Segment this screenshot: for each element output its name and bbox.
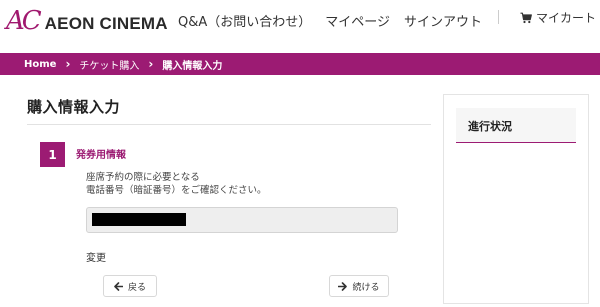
cart-icon — [520, 12, 532, 23]
breadcrumb: Home › チケット購入 › 購入情報入力 — [0, 53, 600, 75]
header-nav: Q&A（お問い合わせ） マイページ サインアウト — [178, 11, 482, 30]
nav-signout-link[interactable]: サインアウト — [404, 11, 482, 30]
header-divider — [498, 10, 499, 24]
breadcrumb-ticket-purchase[interactable]: チケット購入 — [79, 57, 139, 72]
title-divider — [27, 124, 431, 125]
logo-text: AEON CINEMA — [44, 14, 168, 33]
main-content: 購入情報入力 — [27, 96, 433, 125]
change-link[interactable]: 変更 — [86, 249, 106, 264]
arrow-right-icon — [338, 281, 348, 291]
site-header: AC AEON CINEMA Q&A（お問い合わせ） マイページ サインアウト … — [0, 0, 600, 46]
step-number-badge: 1 — [40, 142, 65, 167]
chevron-right-icon: › — [148, 57, 154, 71]
page-title: 購入情報入力 — [27, 98, 121, 116]
step-description: 座席予約の際に必要となる 電話番号（暗証番号）をご確認ください。 — [86, 171, 267, 197]
aeon-cinema-logo[interactable]: AC AEON CINEMA — [6, 6, 168, 36]
breadcrumb-home[interactable]: Home — [24, 59, 56, 70]
step-description-line-1: 座席予約の際に必要となる — [86, 172, 200, 183]
continue-button[interactable]: 続ける — [329, 275, 389, 297]
breadcrumb-current: 購入情報入力 — [162, 60, 223, 72]
progress-title: 進行状況 — [456, 108, 576, 143]
logo-mark: AC — [6, 6, 42, 36]
phone-number-field — [86, 207, 398, 233]
step-title: 発券用情報 — [76, 150, 126, 161]
arrow-left-icon — [114, 281, 123, 291]
progress-panel: 進行状況 — [443, 94, 589, 304]
nav-mypage-link[interactable]: マイページ — [325, 11, 390, 30]
continue-button-label: 続ける — [352, 282, 380, 293]
step-description-line-2: 電話番号（暗証番号）をご確認ください。 — [86, 185, 267, 196]
chevron-right-icon: › — [65, 57, 71, 71]
redacted-phone-number — [92, 213, 186, 226]
back-button-label: 戻る — [127, 282, 146, 293]
cart-label: マイカート — [536, 11, 597, 25]
nav-qa-link[interactable]: Q&A（お問い合わせ） — [178, 11, 311, 30]
my-cart-link[interactable]: マイカート — [520, 9, 596, 26]
back-button[interactable]: 戻る — [103, 275, 157, 297]
